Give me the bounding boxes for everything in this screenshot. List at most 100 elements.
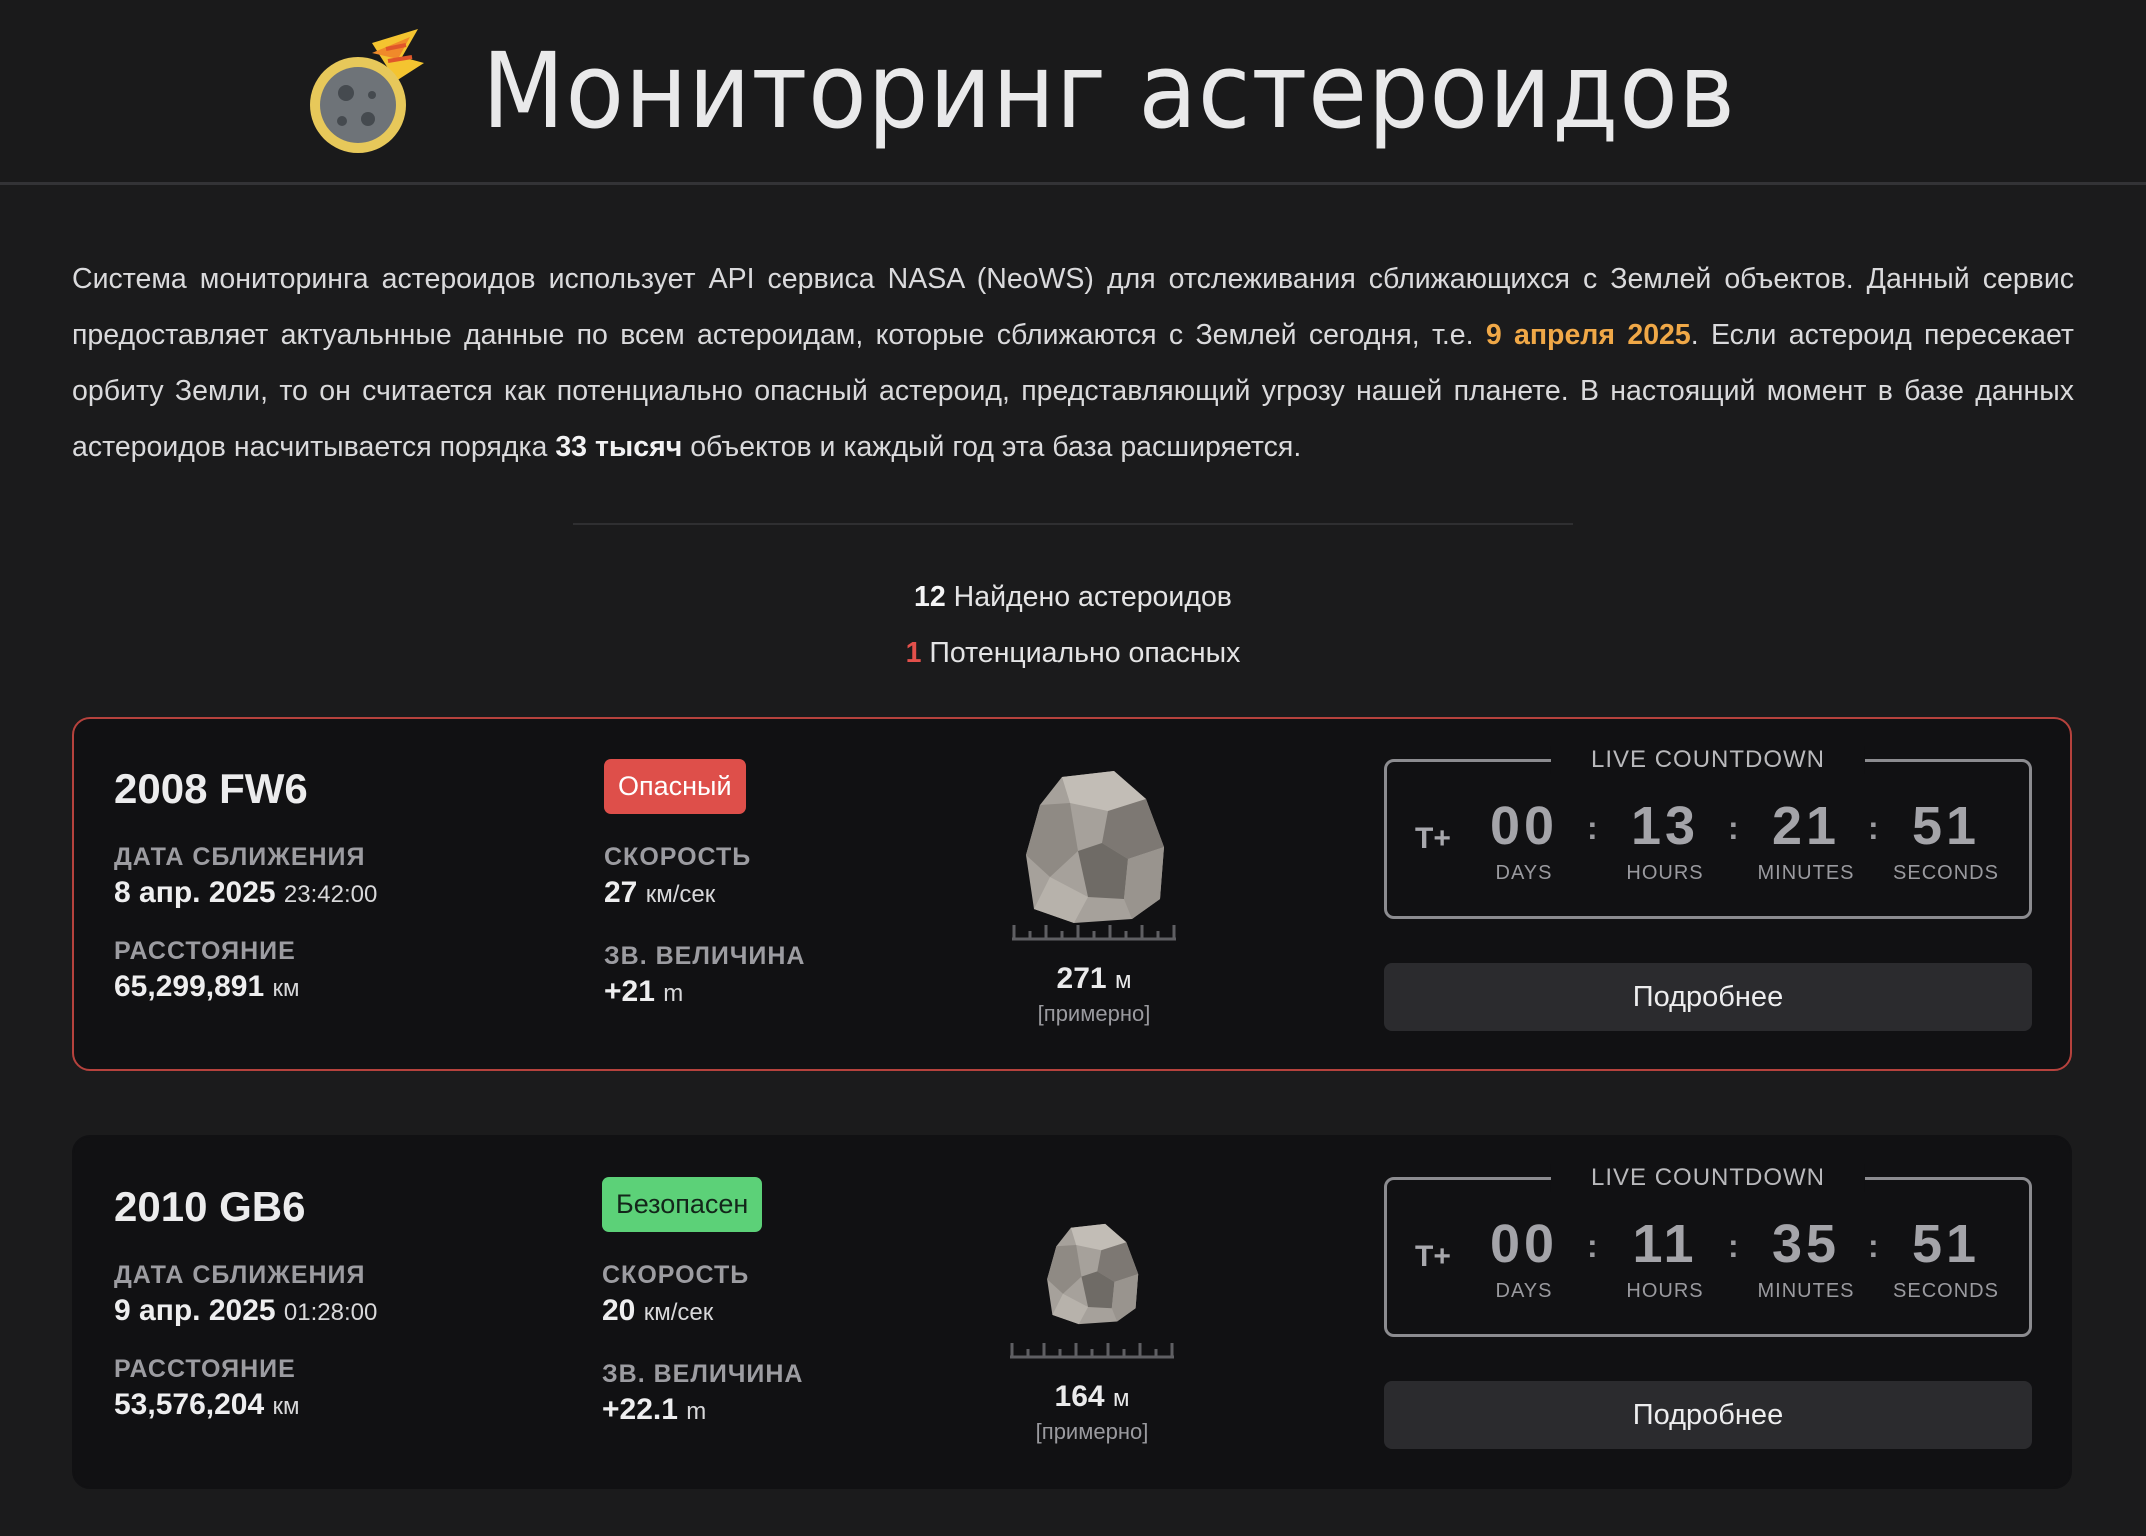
time-value: 01:28:00 xyxy=(283,1299,378,1326)
magnitude: +21 m xyxy=(604,972,924,1012)
colon: : xyxy=(1868,1228,1879,1264)
countdown-prefix: T+ xyxy=(1415,822,1451,855)
intro-paragraph: Система мониторинга астероидов используе… xyxy=(72,251,2074,475)
intro-count: 33 тысяч xyxy=(555,431,683,463)
found-label: Найдено астероидов xyxy=(953,581,1232,613)
countdown-prefix: T+ xyxy=(1415,1240,1451,1273)
hazard-stat: 1 Потенциально опасных xyxy=(0,625,2146,681)
magnitude: +22.1 m xyxy=(602,1390,922,1430)
magnitude-unit: m xyxy=(663,980,684,1007)
colon: : xyxy=(1868,810,1879,846)
countdown-title: LIVE COUNTDOWN xyxy=(1550,1164,1866,1192)
speed-value: 20 xyxy=(602,1294,636,1327)
magnitude-unit: m xyxy=(686,1398,707,1425)
live-countdown: LIVE COUNTDOWN T+ 00 DAYS : 13 HOURS : 21 M… xyxy=(1384,746,2032,919)
days-value: 00 xyxy=(1489,1214,1559,1274)
magnitude-label: ЗВ. ВЕЛИЧИНА xyxy=(602,1360,804,1388)
approach-date: 9 апр. 2025 01:28:00 xyxy=(114,1291,534,1331)
minutes-label: MINUTES xyxy=(1757,862,1855,884)
approach-date: 8 апр. 2025 23:42:00 xyxy=(114,873,534,913)
live-countdown: LIVE COUNTDOWN T+ 00 DAYS : 11 HOURS : 35 M… xyxy=(1384,1164,2032,1337)
seconds-value: 51 xyxy=(1911,796,1981,856)
countdown-hours: 13 HOURS xyxy=(1600,796,1730,885)
asteroid-name: 2008 FW6 xyxy=(114,765,308,812)
magnitude-value: +21 xyxy=(604,975,655,1008)
days-label: DAYS xyxy=(1495,862,1553,884)
countdown-title: LIVE COUNTDOWN xyxy=(1550,746,1866,774)
size-indicator: 164 м [примерно] xyxy=(982,1177,1202,1447)
hours-value: 13 xyxy=(1630,796,1700,856)
asteroid-card: 2008 FW6 ДАТА СБЛИЖЕНИЯ 8 апр. 2025 23:4… xyxy=(72,717,2072,1071)
details-button[interactable]: Подробнее xyxy=(1384,1381,2032,1449)
intro-date: 9 апреля 2025 xyxy=(1485,319,1691,351)
intro-text: объектов и каждый год эта база расширяет… xyxy=(682,431,1302,463)
status-badge: Опасный xyxy=(604,759,746,814)
countdown-days: 00 DAYS xyxy=(1459,796,1589,885)
distance-value: 53,576,204 xyxy=(114,1388,265,1421)
minutes-label: MINUTES xyxy=(1757,1280,1855,1302)
details-button[interactable]: Подробнее xyxy=(1384,963,2032,1031)
countdown-seconds: 51 SECONDS xyxy=(1881,796,2011,885)
distance-value: 65,299,891 xyxy=(114,970,265,1003)
date-label: ДАТА СБЛИЖЕНИЯ xyxy=(114,843,366,871)
size-note: [примерно] xyxy=(1037,1001,1151,1026)
hours-label: HOURS xyxy=(1626,862,1704,884)
size-unit: м xyxy=(1114,967,1132,994)
time-value: 23:42:00 xyxy=(283,881,378,908)
distance: 53,576,204 км xyxy=(114,1385,534,1425)
size-value: 164 xyxy=(1054,1380,1105,1413)
stats-summary: 12 Найдено астероидов 1 Потенциально опа… xyxy=(0,569,2146,681)
hours-label: HOURS xyxy=(1626,1280,1704,1302)
distance-unit: км xyxy=(272,1393,300,1420)
date-label: ДАТА СБЛИЖЕНИЯ xyxy=(114,1261,366,1289)
size-note: [примерно] xyxy=(1035,1419,1149,1444)
size: 164 м xyxy=(982,1377,1202,1417)
speed-label: СКОРОСТЬ xyxy=(604,843,752,871)
hazard-count: 1 xyxy=(905,637,922,669)
colon: : xyxy=(1587,810,1598,846)
distance-label: РАССТОЯНИЕ xyxy=(114,1355,296,1383)
date-value: 9 апр. 2025 xyxy=(114,1294,276,1327)
size-unit: м xyxy=(1112,1385,1130,1412)
distance-unit: км xyxy=(272,975,300,1002)
speed-label: СКОРОСТЬ xyxy=(602,1261,750,1289)
colon: : xyxy=(1587,1228,1598,1264)
magnitude-label: ЗВ. ВЕЛИЧИНА xyxy=(604,942,806,970)
speed-value: 27 xyxy=(604,876,638,909)
minutes-value: 21 xyxy=(1771,796,1841,856)
speed: 27 км/сек xyxy=(604,873,924,913)
speed-unit: км/сек xyxy=(643,1299,714,1326)
countdown-seconds: 51 SECONDS xyxy=(1881,1214,2011,1303)
seconds-label: SECONDS xyxy=(1893,1280,1999,1302)
page-header: Мониторинг астероидов xyxy=(0,0,2146,185)
asteroid-card: 2010 GB6 ДАТА СБЛИЖЕНИЯ 9 апр. 2025 01:2… xyxy=(72,1135,2072,1489)
seconds-label: SECONDS xyxy=(1893,862,1999,884)
size: 271 м xyxy=(984,959,1204,999)
size-value: 271 xyxy=(1056,962,1107,995)
colon: : xyxy=(1728,810,1739,846)
colon: : xyxy=(1728,1228,1739,1264)
countdown-minutes: 21 MINUTES xyxy=(1741,796,1871,885)
asteroid-name: 2010 GB6 xyxy=(114,1183,306,1230)
hours-value: 11 xyxy=(1632,1214,1698,1274)
divider xyxy=(573,523,1573,525)
countdown-hours: 11 HOURS xyxy=(1600,1214,1730,1303)
speed-unit: км/сек xyxy=(645,881,716,908)
speed: 20 км/сек xyxy=(602,1291,922,1331)
asteroid-rock-icon xyxy=(1010,1223,1174,1359)
days-value: 00 xyxy=(1489,796,1559,856)
hazard-label: Потенциально опасных xyxy=(929,637,1241,669)
found-count: 12 xyxy=(914,581,946,613)
date-value: 8 апр. 2025 xyxy=(114,876,276,909)
countdown-minutes: 35 MINUTES xyxy=(1741,1214,1871,1303)
asteroid-rock-icon xyxy=(1012,771,1176,941)
minutes-value: 35 xyxy=(1771,1214,1841,1274)
page-title: Мониторинг астероидов xyxy=(481,30,1736,152)
seconds-value: 51 xyxy=(1911,1214,1981,1274)
magnitude-value: +22.1 xyxy=(602,1393,678,1426)
size-indicator: 271 м [примерно] xyxy=(984,759,1204,1029)
status-badge: Безопасен xyxy=(602,1177,763,1232)
comet-icon xyxy=(309,29,424,153)
distance-label: РАССТОЯНИЕ xyxy=(114,937,296,965)
found-stat: 12 Найдено астероидов xyxy=(0,569,2146,625)
